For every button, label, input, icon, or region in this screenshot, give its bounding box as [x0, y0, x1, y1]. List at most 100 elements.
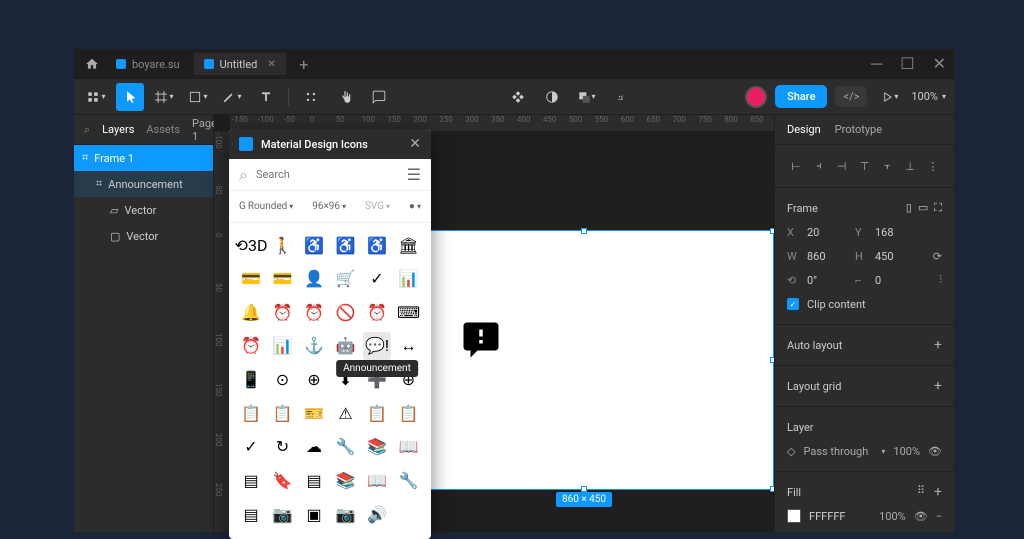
- boolean-icon[interactable]: ▾: [572, 83, 600, 111]
- icon-cell[interactable]: 🔧: [395, 467, 423, 495]
- resources-icon[interactable]: [297, 83, 325, 111]
- remove-fill-icon[interactable]: −: [936, 510, 942, 523]
- mask-icon[interactable]: [538, 83, 566, 111]
- icon-cell[interactable]: 📷: [332, 500, 360, 528]
- icon-cell[interactable]: 🤖: [332, 332, 360, 360]
- layer-frame[interactable]: ⌗Frame 1: [74, 145, 213, 171]
- y-input[interactable]: 168: [875, 226, 915, 239]
- icon-cell[interactable]: 📱: [237, 366, 265, 394]
- icon-cell[interactable]: ♿: [332, 231, 360, 259]
- icon-cell[interactable]: 💳: [269, 265, 297, 293]
- pen-tool-icon[interactable]: ▾: [218, 83, 246, 111]
- dev-mode-button[interactable]: </>: [835, 86, 867, 107]
- layer-vector[interactable]: ▢Vector: [74, 223, 213, 249]
- icon-cell[interactable]: ⏰: [300, 298, 328, 326]
- icon-cell[interactable]: 🔔: [237, 298, 265, 326]
- icon-cell[interactable]: ↔: [395, 332, 423, 360]
- add-autolayout-button[interactable]: +: [934, 337, 942, 353]
- icon-cell[interactable]: 👤: [300, 265, 328, 293]
- rotation-input[interactable]: 0°: [807, 274, 847, 287]
- icon-cell[interactable]: 📚: [363, 433, 391, 461]
- style-filter[interactable]: G Rounded ▾: [239, 201, 293, 212]
- icon-cell[interactable]: 📋: [395, 399, 423, 427]
- icon-cell[interactable]: 📷: [269, 500, 297, 528]
- align-vcenter-icon[interactable]: ⫟: [878, 157, 896, 175]
- canvas-frame[interactable]: 860 × 450: [394, 230, 774, 490]
- icon-cell[interactable]: 🎫: [300, 399, 328, 427]
- move-tool-icon[interactable]: [116, 83, 144, 111]
- icon-cell[interactable]: ▣: [300, 500, 328, 528]
- orientation-portrait-icon[interactable]: ▯: [906, 201, 912, 215]
- prototype-tab[interactable]: Prototype: [835, 123, 882, 136]
- format-filter[interactable]: SVG ▾: [365, 201, 390, 212]
- main-menu-icon[interactable]: ▾: [82, 83, 110, 111]
- icon-cell[interactable]: 💳: [237, 265, 265, 293]
- minimize-icon[interactable]: ─: [871, 54, 882, 74]
- icon-cell[interactable]: 🛒: [332, 265, 360, 293]
- search-input[interactable]: [256, 168, 399, 181]
- icon-cell[interactable]: 🔊: [363, 500, 391, 528]
- frame-tool-icon[interactable]: ▾: [150, 83, 178, 111]
- x-input[interactable]: 20: [807, 226, 847, 239]
- layer-announcement[interactable]: ⌗Announcement: [74, 171, 213, 197]
- icon-cell[interactable]: ♿: [363, 231, 391, 259]
- align-left-icon[interactable]: ⊢: [787, 157, 805, 175]
- icon-cell[interactable]: 🔖: [269, 467, 297, 495]
- icon-cell[interactable]: ⏰: [269, 298, 297, 326]
- visibility-icon[interactable]: 👁: [928, 445, 942, 458]
- icon-cell[interactable]: ☁: [300, 433, 328, 461]
- icon-cell[interactable]: 📚: [332, 467, 360, 495]
- icon-cell[interactable]: ▤: [300, 467, 328, 495]
- icon-cell[interactable]: ⟲3D: [237, 231, 265, 259]
- shape-tool-icon[interactable]: ▾: [184, 83, 212, 111]
- close-icon[interactable]: ✕: [933, 54, 946, 74]
- present-icon[interactable]: ▾: [875, 83, 903, 111]
- opacity-input[interactable]: 100%: [893, 445, 920, 458]
- icon-cell[interactable]: 📖: [363, 467, 391, 495]
- icon-cell[interactable]: ⚠: [332, 399, 360, 427]
- close-icon[interactable]: ✕: [267, 59, 275, 70]
- menu-icon[interactable]: ☰: [407, 165, 421, 184]
- h-input[interactable]: 450: [875, 250, 915, 263]
- icon-cell[interactable]: ⏰: [237, 332, 265, 360]
- icon-cell[interactable]: ▤: [237, 500, 265, 528]
- icon-cell[interactable]: 📋: [237, 399, 265, 427]
- add-grid-button[interactable]: +: [934, 378, 942, 394]
- new-tab-icon[interactable]: +: [290, 50, 318, 78]
- corner-detail-icon[interactable]: ⫶: [939, 273, 942, 287]
- distribute-icon[interactable]: ⋮: [924, 157, 942, 175]
- tab-boyare[interactable]: boyare.su: [106, 53, 190, 75]
- crop-icon[interactable]: ⟓: [606, 83, 634, 111]
- visibility-icon[interactable]: 👁: [914, 510, 928, 523]
- icon-cell[interactable]: 📊: [269, 332, 297, 360]
- corner-input[interactable]: 0: [875, 274, 915, 287]
- tab-untitled[interactable]: Untitled✕: [194, 53, 286, 75]
- design-tab[interactable]: Design: [787, 123, 821, 136]
- home-icon[interactable]: [82, 54, 102, 74]
- layer-vector[interactable]: ▱Vector: [74, 197, 213, 223]
- icon-cell[interactable]: 📊: [395, 265, 423, 293]
- icon-cell[interactable]: ⚓: [300, 332, 328, 360]
- icon-cell[interactable]: ▤: [237, 467, 265, 495]
- zoom-control[interactable]: 100%▾: [911, 90, 946, 103]
- share-button[interactable]: Share: [775, 85, 827, 108]
- fill-color-swatch[interactable]: [787, 509, 801, 523]
- icon-cell[interactable]: ✓: [363, 265, 391, 293]
- icon-cell[interactable]: 💬!Announcement: [363, 332, 391, 360]
- w-input[interactable]: 860: [807, 250, 847, 263]
- size-filter[interactable]: 96×96 ▾: [312, 201, 346, 212]
- assets-tab[interactable]: Assets: [146, 123, 180, 136]
- align-top-icon[interactable]: ⊤: [855, 157, 873, 175]
- icon-cell[interactable]: ⌨: [395, 298, 423, 326]
- icon-cell[interactable]: 🚫: [332, 298, 360, 326]
- align-hcenter-icon[interactable]: ⫞: [810, 157, 828, 175]
- icon-cell[interactable]: 📋: [269, 399, 297, 427]
- icon-cell[interactable]: ⊕: [300, 366, 328, 394]
- text-tool-icon[interactable]: [252, 83, 280, 111]
- maximize-icon[interactable]: ☐: [900, 54, 914, 74]
- comment-tool-icon[interactable]: [365, 83, 393, 111]
- color-filter[interactable]: ● ▾: [409, 201, 421, 212]
- hand-tool-icon[interactable]: [331, 83, 359, 111]
- add-fill-button[interactable]: +: [934, 484, 942, 500]
- clip-checkbox[interactable]: ✓: [787, 298, 799, 310]
